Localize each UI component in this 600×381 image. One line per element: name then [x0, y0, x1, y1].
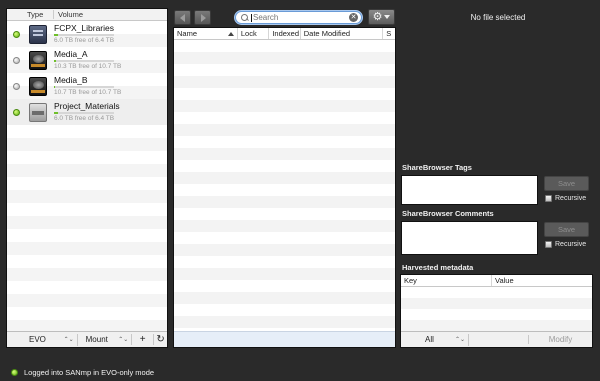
mode-popup-label: EVO [29, 335, 46, 344]
key-column-header[interactable]: Key [401, 275, 492, 286]
chevron-down-icon [384, 15, 391, 19]
value-column-header[interactable]: Value [492, 276, 514, 285]
volume-row[interactable]: Media_B 10.7 TB free of 10.7 TB [7, 73, 167, 99]
popup-arrows-icon: ⌃⌄ [454, 337, 465, 343]
file-list-header: Name Lock Indexed Date Modified S [174, 28, 395, 40]
external-drive-icon [29, 76, 47, 96]
recursive-label: Recursive [555, 195, 587, 202]
volume-usage-fill [54, 34, 58, 36]
recursive-label: Recursive [555, 241, 587, 248]
forward-arrow-icon [201, 14, 206, 22]
file-list[interactable] [174, 40, 395, 331]
disconnected-status-icon [13, 82, 20, 90]
file-list-panel: Name Lock Indexed Date Modified S [173, 27, 396, 348]
app-window: Type Volume FCPX_Libraries 6.0 TB free o… [0, 0, 600, 381]
comments-text-area[interactable] [401, 221, 538, 255]
lock-column-header[interactable]: Lock [238, 28, 270, 39]
refresh-icon[interactable]: ↻ [153, 334, 167, 345]
volume-free-space: 10.3 TB free of 10.7 TB [54, 63, 122, 70]
tags-recursive-checkbox[interactable]: Recursive [545, 195, 586, 202]
volume-list: FCPX_Libraries 6.0 TB free of 6.4 TB Med… [7, 21, 167, 331]
volume-name: Project_Materials [54, 101, 120, 111]
disconnected-status-icon [13, 56, 20, 64]
no-file-selected-label: No file selected [470, 13, 526, 22]
metadata-filter-popup[interactable]: All ⌃⌄ [401, 334, 468, 346]
save-comments-button[interactable]: Save [544, 222, 589, 237]
volume-list-panel: Type Volume FCPX_Libraries 6.0 TB free o… [6, 8, 168, 348]
add-volume-button[interactable]: + [131, 334, 153, 345]
mode-popup[interactable]: EVO ⌃⌄ [7, 334, 77, 346]
comments-recursive-checkbox[interactable]: Recursive [545, 241, 586, 248]
volume-usage-bar [54, 112, 114, 114]
back-arrow-icon [180, 14, 185, 22]
sort-ascending-icon [227, 31, 234, 36]
volume-usage-bar [54, 34, 114, 36]
back-button[interactable] [174, 10, 191, 25]
indexed-column-header[interactable]: Indexed [269, 28, 301, 39]
checkbox-icon [545, 241, 552, 248]
volume-row[interactable]: Media_A 10.3 TB free of 10.7 TB [7, 47, 167, 73]
volume-usage-bar [54, 86, 114, 88]
name-column-header[interactable]: Name [174, 28, 238, 39]
volume-usage-fill [54, 60, 57, 62]
volume-usage-fill [54, 86, 55, 88]
search-field[interactable]: ✕ [235, 11, 362, 24]
tags-section-label: ShareBrowser Tags [402, 163, 472, 172]
volume-free-space: 10.7 TB free of 10.7 TB [54, 89, 122, 96]
modify-button[interactable]: Modify [528, 335, 592, 344]
volume-column-header[interactable]: Volume [53, 10, 167, 19]
mount-popup[interactable]: Mount ⌃⌄ [76, 333, 132, 346]
volume-toolbar: EVO ⌃⌄ Mount ⌃⌄ + ↻ [7, 331, 167, 347]
toolbar-spacer [468, 333, 528, 346]
volume-free-space: 6.0 TB free of 6.4 TB [54, 115, 115, 122]
volume-free-space: 6.0 TB free of 6.4 TB [54, 37, 115, 44]
metadata-header: Key Value [401, 275, 592, 287]
mount-popup-label: Mount [85, 335, 108, 344]
metadata-toolbar: All ⌃⌄ Modify [401, 331, 592, 347]
volume-name: Media_A [54, 49, 88, 59]
external-drive-icon [29, 50, 47, 70]
status-indicator-icon [11, 369, 18, 376]
volume-row[interactable]: FCPX_Libraries 6.0 TB free of 6.4 TB [7, 21, 167, 47]
search-icon [241, 13, 249, 22]
type-column-header[interactable]: Type [7, 10, 53, 19]
gear-icon: ⚙ [372, 10, 383, 23]
connected-status-icon [13, 30, 20, 38]
hard-disk-icon [29, 102, 47, 122]
metadata-rows[interactable] [401, 287, 592, 331]
volume-row[interactable]: Project_Materials 6.0 TB free of 6.4 TB [7, 99, 167, 125]
raid-drive-icon [29, 24, 47, 44]
status-text: Logged into SANmp in EVO-only mode [24, 368, 155, 377]
connected-status-icon [13, 108, 20, 116]
action-menu-button[interactable]: ⚙ [368, 9, 395, 25]
volume-name: Media_B [54, 75, 88, 85]
popup-arrows-icon: ⌃⌄ [63, 337, 74, 343]
name-column-label: Name [177, 29, 198, 38]
checkbox-icon [545, 195, 552, 202]
file-list-footer [174, 331, 395, 347]
tags-text-area[interactable] [401, 175, 538, 205]
volume-usage-bar [54, 60, 114, 62]
popup-arrows-icon: ⌃⌄ [118, 337, 129, 343]
metadata-table: Key Value All ⌃⌄ Modify [400, 274, 593, 348]
volume-list-header: Type Volume [7, 9, 167, 21]
harvested-metadata-label: Harvested metadata [402, 263, 474, 272]
save-tags-button[interactable]: Save [544, 176, 589, 191]
search-input[interactable] [252, 13, 342, 22]
status-bar: Logged into SANmp in EVO-only mode [0, 364, 600, 381]
date-modified-column-header[interactable]: Date Modified [301, 28, 384, 39]
size-column-header[interactable]: S [383, 28, 395, 39]
volume-name: FCPX_Libraries [54, 23, 114, 33]
metadata-filter-label: All [425, 335, 434, 344]
comments-section-label: ShareBrowser Comments [402, 209, 494, 218]
forward-button[interactable] [194, 10, 211, 25]
volume-usage-fill [54, 112, 58, 114]
clear-search-icon[interactable]: ✕ [349, 13, 358, 22]
